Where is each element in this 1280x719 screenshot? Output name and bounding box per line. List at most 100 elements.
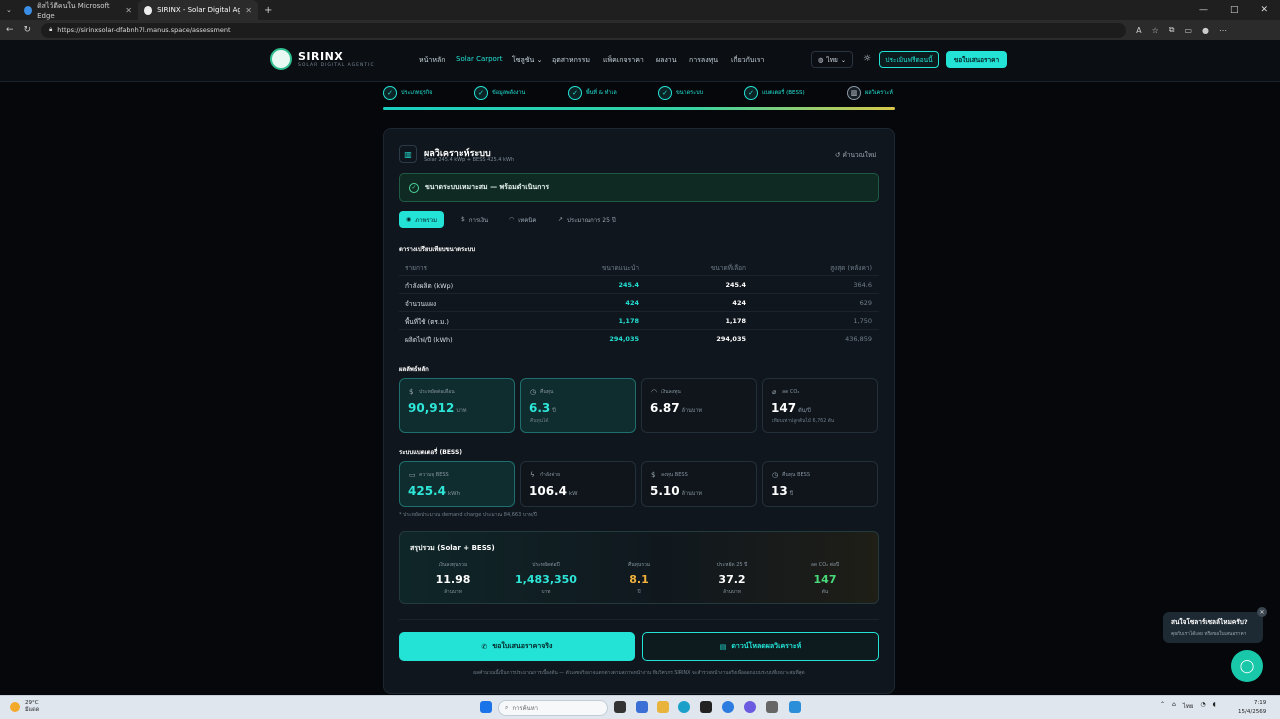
table-header: รายการ ขนาดแนะนำ ขนาดที่เลือก สูงสุด (หล…	[399, 258, 879, 276]
nav-investment[interactable]: การลงทุน	[689, 55, 718, 66]
tab-label: ดิสไว้ตีคนใน Microsoft Edge	[37, 1, 110, 20]
button-label: ขอใบเสนอราคาจริง	[492, 642, 553, 650]
kpi-value: 13	[771, 484, 788, 498]
app-icon[interactable]	[636, 701, 648, 713]
nav-portfolio[interactable]: ผลงาน	[656, 55, 677, 66]
nav-about[interactable]: เกี่ยวกับเรา	[731, 55, 764, 66]
close-icon[interactable]: ✕	[1257, 607, 1267, 617]
nav-solar-carport[interactable]: Solar Carport	[456, 55, 502, 63]
close-icon[interactable]: ✕	[245, 6, 252, 15]
chat-bubble-icon: ◯	[1239, 658, 1255, 674]
extensions-icon[interactable]: ⧉	[1169, 25, 1175, 35]
nav-pricing[interactable]: แพ็คเกจราคา	[603, 55, 644, 66]
tab-actions-button[interactable]: ⌄	[0, 0, 18, 20]
sun-icon[interactable]: ☼	[863, 54, 871, 64]
start-icon[interactable]	[480, 701, 492, 713]
language-select[interactable]: ◍ ไทย ⌄	[811, 51, 853, 68]
recalculate-button[interactable]: ↺ คำนวณใหม่	[835, 150, 876, 160]
chrome-icon[interactable]	[722, 701, 734, 713]
task-view-icon[interactable]	[614, 701, 626, 713]
tab-label: SIRINX - Solar Digital Agentic Co...	[157, 6, 241, 14]
chat-prompt-bubble[interactable]: สนใจโซลาร์เซลล์ไหมครับ? คุยกับเราได้เลย …	[1163, 612, 1263, 643]
tab-25-year-projection[interactable]: ↗ ประมาณการ 25 ปี	[551, 211, 623, 228]
chat-button[interactable]: ◯	[1231, 650, 1263, 682]
kpi-bess-capacity: ▭ ความจุ BESS 425.4 kWh	[399, 461, 515, 507]
divider	[399, 619, 879, 620]
browser-tab-2[interactable]: SIRINX - Solar Digital Agentic Co... ✕	[138, 0, 258, 20]
app-icon[interactable]	[744, 701, 756, 713]
step-battery[interactable]: ✓ แบตเตอรี่ (BESS)	[744, 86, 805, 100]
step-results[interactable]: ▥ ผลวิเคราะห์	[847, 86, 893, 100]
step-system-size[interactable]: ✓ ขนาดระบบ	[658, 86, 703, 100]
check-icon: ✓	[383, 86, 397, 100]
edge-icon[interactable]	[678, 701, 690, 713]
volume-icon: ◖	[1212, 701, 1216, 708]
kpi-unit: kWh	[447, 491, 461, 497]
summary-value: 147	[813, 573, 837, 586]
summary-co2: ลด CO₂ ต่อปี 147 ตัน	[780, 561, 870, 596]
back-icon[interactable]: ←	[6, 25, 14, 35]
disclaimer: ผลคำนวณนี้เป็นการประมาณการเบื้องต้น — ตั…	[473, 671, 805, 676]
app-icon[interactable]	[789, 701, 801, 713]
kpi-monthly-savings: $ ประหยัดต่อเดือน 90,912 บาท	[399, 378, 515, 433]
kpi-bess-payback: ◷ คืนทุน BESS 13 ปี	[762, 461, 878, 507]
favorite-icon[interactable]: ☆	[1152, 26, 1159, 35]
tab-finance[interactable]: $ การเงิน	[454, 211, 495, 228]
kpi-note: คืนทุนได้	[530, 419, 549, 424]
settings-icon[interactable]	[766, 701, 778, 713]
clock[interactable]: 7:19 15/4/2569	[1238, 699, 1266, 717]
download-analysis-button[interactable]: ▤ ดาวน์โหลดผลวิเคราะห์	[642, 632, 879, 661]
read-aloud-icon[interactable]: A	[1136, 26, 1141, 35]
row-label: พื้นที่ใช้ (ตร.ม.)	[405, 318, 449, 326]
taskbar-search[interactable]: ⌕ การค้นหา	[498, 700, 608, 716]
selected-value: 245.4	[725, 281, 746, 289]
weather-widget[interactable]: 29°C มีแดด	[10, 700, 39, 714]
nav-industries[interactable]: อุตสาหกรรม	[552, 55, 590, 66]
temperature: 29°C	[25, 700, 39, 706]
maximize-button[interactable]: □	[1230, 5, 1239, 15]
kpi-value-row: 6.3 ปี	[529, 401, 556, 415]
kpi-value: 425.4	[408, 484, 446, 498]
refresh-icon[interactable]: ↻	[24, 25, 32, 35]
nav-label: โซลูชัน	[512, 56, 535, 64]
row-label: กำลังผลิต (kWp)	[405, 282, 454, 290]
kpi-value-row: 5.10 ล้านบาท	[650, 484, 702, 498]
new-tab-button[interactable]: +	[258, 0, 278, 20]
battery-icon: ▭	[409, 471, 416, 479]
collections-icon[interactable]: ▭	[1184, 26, 1192, 35]
profile-icon[interactable]: ●	[1202, 26, 1209, 35]
brand-name[interactable]: SIRINX	[298, 50, 343, 63]
summary-label: ประหยัด 25 ปี	[716, 562, 748, 568]
tab-overview[interactable]: ◉ ภาพรวม	[399, 211, 445, 228]
edge-icon	[24, 5, 33, 15]
browser-tab-bar: ⌄ ดิสไว้ตีคนใน Microsoft Edge ✕ SIRINX -…	[0, 0, 1280, 20]
tab-technical[interactable]: ◠ เทคนิค	[502, 211, 543, 228]
bar-chart-icon: ▥	[399, 145, 417, 163]
step-area-location[interactable]: ✓ พื้นที่ & ทำเล	[568, 86, 617, 100]
kpi-unit: ตัน/ปี	[798, 408, 811, 414]
url-field[interactable]: 🔒︎ https://sirinxsolar-dfabnh7l.manus.sp…	[41, 22, 1127, 38]
kpi-investment: ◠ เงินลงทุน 6.87 ล้านบาท	[641, 378, 757, 433]
close-icon[interactable]: ✕	[125, 6, 132, 15]
free-assessment-button[interactable]: ประเมินฟรีตอนนี้	[879, 51, 939, 68]
step-label: ประเภทธุรกิจ	[401, 90, 433, 96]
summary-total-investment: เงินลงทุนรวม 11.98 ล้านบาท	[408, 561, 498, 596]
file-explorer-icon[interactable]	[657, 701, 669, 713]
kpi-unit: บาท	[456, 408, 467, 414]
nav-solutions[interactable]: โซลูชัน ⌄	[512, 55, 542, 66]
summary-label: คืนทุนรวม	[627, 562, 651, 568]
step-business-type[interactable]: ✓ ประเภทธุรกิจ	[383, 86, 432, 100]
nav-home[interactable]: หน้าหลัก	[419, 55, 445, 66]
summary-unit: ปี	[637, 590, 641, 595]
system-tray[interactable]: ⌃ ⌂ ไทย ◔ ◖	[1160, 701, 1216, 711]
more-icon[interactable]: ⋯	[1219, 26, 1227, 35]
sirinx-logo[interactable]	[270, 48, 292, 70]
terminal-icon[interactable]	[700, 701, 712, 713]
request-real-quote-button[interactable]: ✆ ขอใบเสนอราคาจริง	[399, 632, 635, 661]
browser-tab-1[interactable]: ดิสไว้ตีคนใน Microsoft Edge ✕	[18, 0, 138, 20]
request-quote-button[interactable]: ขอใบเสนอราคา	[946, 51, 1007, 68]
minimize-button[interactable]: —	[1199, 5, 1208, 15]
close-window-button[interactable]: ✕	[1260, 5, 1268, 15]
gauge-icon: ◠	[509, 216, 515, 223]
step-energy-data[interactable]: ✓ ข้อมูลพลังงาน	[474, 86, 525, 100]
